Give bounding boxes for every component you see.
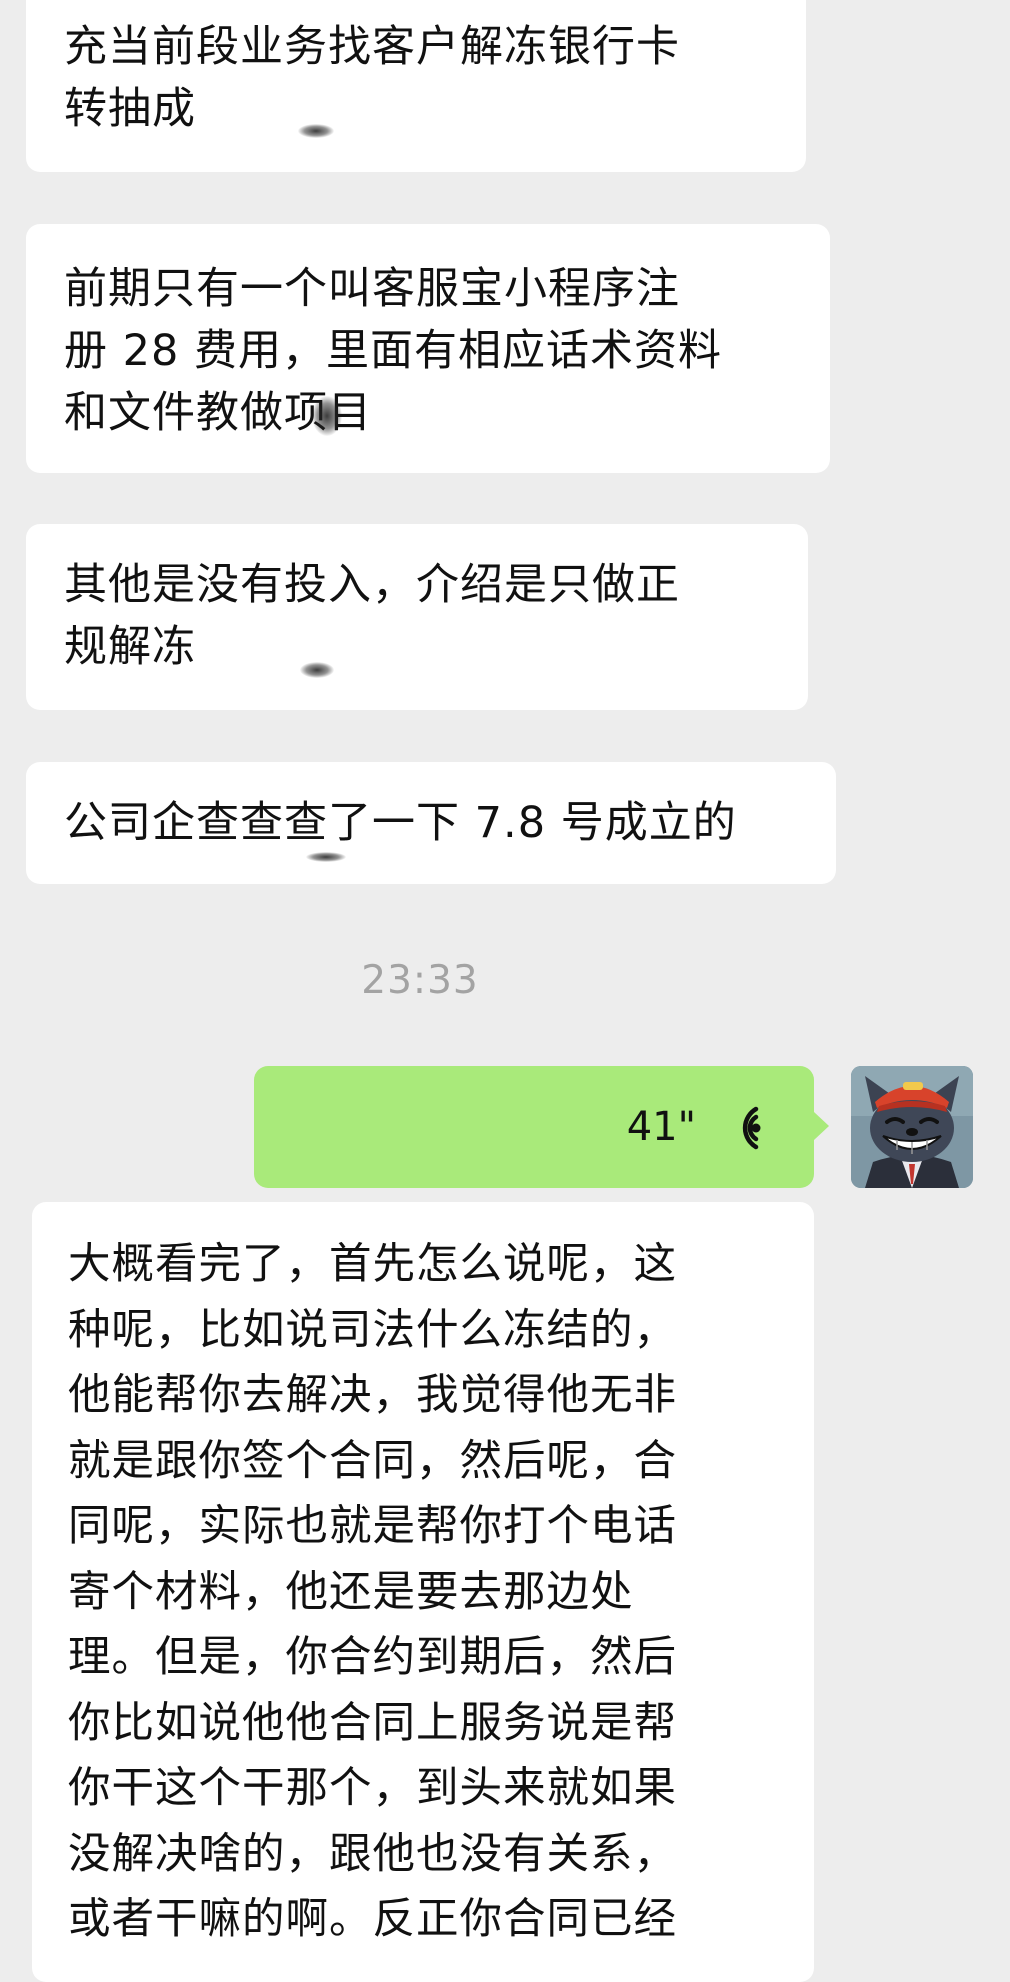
- redaction-smudge: [298, 124, 334, 138]
- message-text: 理。但是，你合约到期后，然后: [68, 1633, 678, 1682]
- message-bubble[interactable]: 公司企查查查了一下 7.8 号成立的: [26, 762, 836, 884]
- message-text: 你比如说他他合同上服务说是帮: [68, 1698, 678, 1748]
- message-text: 规解冻: [64, 622, 196, 672]
- message-text: 种呢，比如说司法什么冻结的，: [68, 1305, 678, 1355]
- cartoon-wolf-avatar-icon: [851, 1066, 973, 1188]
- voice-wave-icon: [742, 1106, 761, 1150]
- message-text: 或者干嘛的啊。反正你合同已经: [68, 1895, 678, 1944]
- message-text: 转抽成: [64, 84, 196, 134]
- voice-message-bubble[interactable]: 41": [254, 1066, 814, 1188]
- message-text: 和文件教做项目: [64, 388, 372, 438]
- message-text: 同呢，实际也就是帮你打个电话: [68, 1502, 678, 1551]
- chat-timestamp: 23:33: [361, 958, 479, 1003]
- redaction-smudge: [306, 852, 346, 862]
- voice-bubble-tail: [814, 1112, 829, 1140]
- redaction-smudge: [312, 396, 342, 436]
- message-text: 他能帮你去解决，我觉得他无非: [68, 1371, 678, 1420]
- message-text: 册 28 费用，里面有相应话术资料: [64, 326, 723, 376]
- message-text: 其他是没有投入，介绍是只做正: [64, 560, 680, 610]
- message-text: 前期只有一个叫客服宝小程序注: [64, 264, 680, 314]
- message-bubble[interactable]: 大概看完了，首先怎么说呢，这 种呢，比如说司法什么冻结的， 他能帮你去解决，我觉…: [32, 1202, 814, 1982]
- user-avatar[interactable]: [851, 1066, 973, 1188]
- message-bubble[interactable]: 其他是没有投入，介绍是只做正 规解冻: [26, 524, 808, 710]
- message-text: 充当前段业务找客户解冻银行卡: [64, 22, 680, 72]
- message-bubble[interactable]: 前期只有一个叫客服宝小程序注 册 28 费用，里面有相应话术资料 和文件教做项目: [26, 224, 830, 473]
- message-text: 就是跟你签个合同，然后呢，合: [68, 1436, 678, 1486]
- message-text: 你干这个干那个，到头来就如果: [68, 1764, 678, 1813]
- voice-duration: 41": [626, 1104, 696, 1150]
- message-text: 没解决啥的，跟他也没有关系，: [68, 1829, 678, 1879]
- redaction-smudge: [300, 662, 334, 678]
- chat-window: 充当前段业务找客户解冻银行卡 转抽成 前期只有一个叫客服宝小程序注 册 28 费…: [0, 0, 1010, 1982]
- message-text: 公司企查查查了一下 7.8 号成立的: [64, 798, 737, 848]
- message-bubble[interactable]: 充当前段业务找客户解冻银行卡 转抽成: [26, 0, 806, 172]
- message-text: 大概看完了，首先怎么说呢，这: [68, 1240, 678, 1289]
- message-text: 寄个材料，他还是要去那边处: [68, 1567, 634, 1617]
